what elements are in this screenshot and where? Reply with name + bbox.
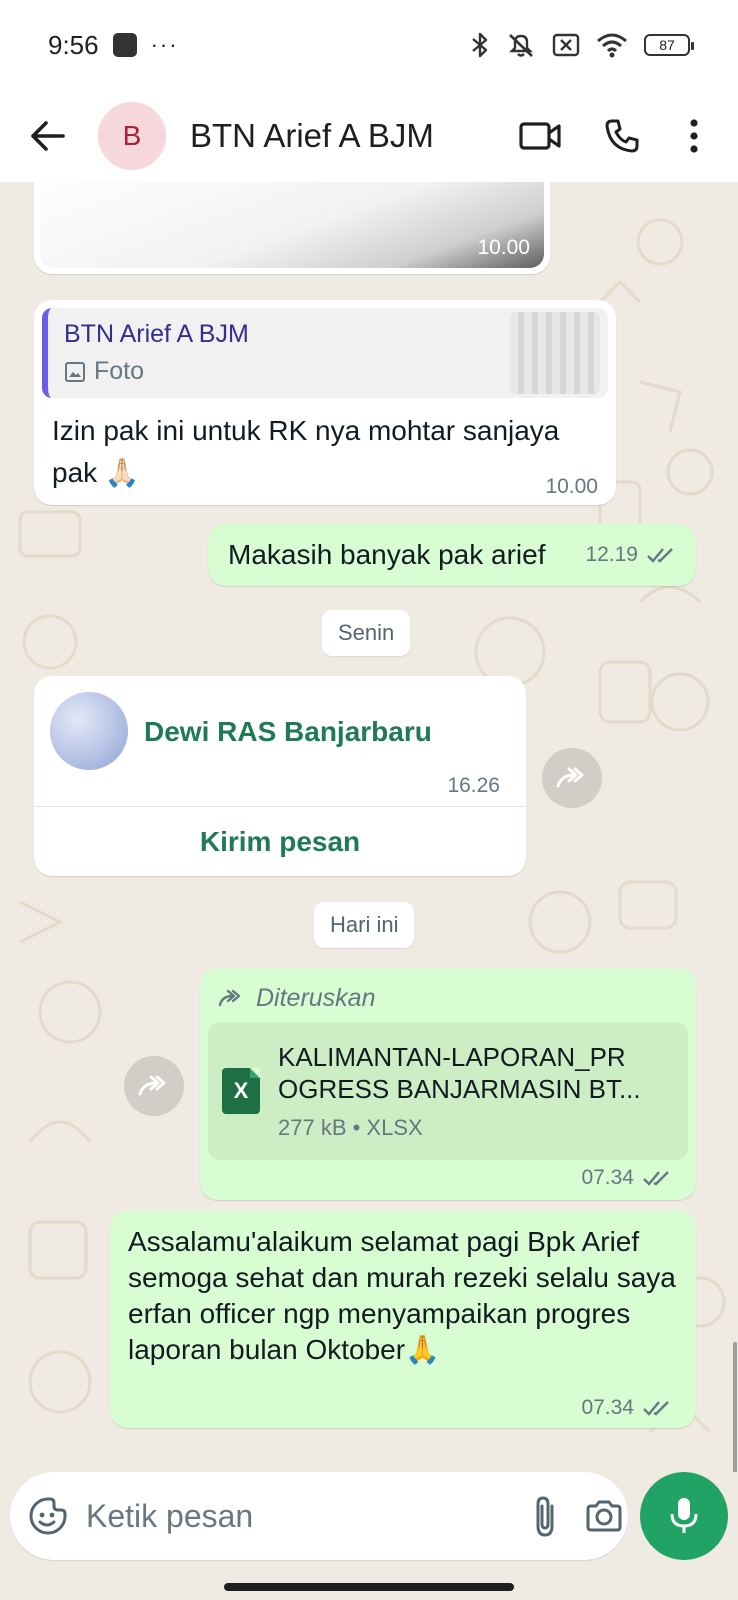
gesture-nav-handle[interactable] [224,1583,514,1591]
camera-button[interactable] [584,1490,624,1542]
double-check-icon [647,548,673,563]
app-notification-icon [112,33,137,57]
contact-avatar[interactable] [50,692,128,770]
outgoing-message[interactable]: Makasih banyak pak arief 12.19 [208,524,696,586]
message-time: 07.34 [581,1166,634,1189]
sim-off-icon [552,33,580,57]
contact-name[interactable]: BTN Arief A BJM [190,117,488,155]
contact-card-message[interactable]: Dewi RAS Banjarbaru 16.26 Kirim pesan [34,676,526,876]
forwarded-text: Diteruskan [256,983,376,1012]
message-input[interactable] [86,1497,506,1535]
scrollbar-thumb[interactable] [733,1342,737,1472]
avatar-letter: B [122,120,142,151]
forward-icon [556,767,584,788]
chat-area[interactable]: 10.00 BTN Arief A BJM Foto Izin pak ini … [0,182,738,1472]
send-message-button[interactable]: Kirim pesan [34,807,526,876]
status-time: 9:56 [48,29,99,60]
message-text: Assalamu'alaikum selamat pagi Bpk Arief … [128,1226,676,1365]
double-check-icon [643,1171,669,1186]
double-check-icon [643,1401,669,1416]
photo-icon [65,361,85,382]
blurred-image[interactable]: 10.00 [40,182,544,268]
more-vert-icon [690,119,698,153]
forward-button[interactable] [542,748,602,808]
quoted-thumbnail [510,312,600,394]
camera-icon [586,1500,622,1532]
message-time: 12.19 [585,543,638,566]
outgoing-message[interactable]: Assalamu'alaikum selamat pagi Bpk Arief … [110,1210,696,1428]
message-text: Makasih banyak pak arief [228,539,546,570]
message-time: 10.00 [545,475,598,498]
battery-level: 87 [659,37,675,53]
voice-record-button[interactable] [640,1472,728,1560]
file-meta: 277 kB • XLSX [278,1115,423,1140]
image-message[interactable]: 10.00 [34,182,550,274]
quoted-message[interactable]: BTN Arief A BJM Foto [42,308,608,398]
mute-icon [509,34,533,57]
bluetooth-icon [472,32,488,58]
attach-button[interactable] [532,1490,558,1542]
voice-call-button[interactable] [592,106,652,166]
forwarded-label: Diteruskan [208,976,688,1014]
status-bar: 9:56 ··· 87 [0,0,738,90]
composer [0,1472,738,1564]
paperclip-icon [536,1496,554,1537]
wifi-icon [597,33,627,58]
xlsx-letter: X [233,1078,249,1103]
mic-icon [670,1498,698,1533]
video-call-button[interactable] [510,106,570,166]
message-time: 10.00 [477,236,530,259]
voice-call-icon [605,119,639,153]
sticker-button[interactable] [28,1490,68,1542]
back-button[interactable] [24,112,72,160]
date-divider: Hari ini [314,902,415,948]
sticker-icon [29,1497,67,1535]
battery-icon: 87 [644,34,694,56]
chat-header: B BTN Arief A BJM [0,90,738,182]
quoted-type-label: Foto [94,357,145,385]
file-message[interactable]: Diteruskan X KALIMANTAN-LAPORAN_PR OGRES… [200,968,696,1200]
file-attachment[interactable]: X KALIMANTAN-LAPORAN_PR OGRESS BANJARMAS… [208,1022,688,1160]
back-arrow-icon [31,121,65,151]
message-time: 07.34 [581,1396,634,1419]
file-name-line-1: KALIMANTAN-LAPORAN_PR [278,1042,626,1072]
forward-button[interactable] [124,1056,184,1116]
message-text: Izin pak ini untuk RK nya mohtar sanjaya… [52,415,560,488]
input-pill [10,1472,628,1560]
video-call-icon [519,122,561,150]
date-divider: Senin [322,610,411,656]
reply-message[interactable]: BTN Arief A BJM Foto Izin pak ini untuk … [34,300,616,505]
status-overflow: ··· [150,32,179,57]
xlsx-file-icon: X [222,1068,260,1114]
more-options-button[interactable] [674,106,714,166]
forwarded-icon [218,989,241,1007]
shared-contact-name[interactable]: Dewi RAS Banjarbaru [144,716,432,748]
forward-icon [138,1075,166,1096]
file-name-line-2: OGRESS BANJARMASIN BT... [278,1074,641,1104]
avatar[interactable]: B [98,102,166,170]
message-time: 16.26 [447,774,500,797]
